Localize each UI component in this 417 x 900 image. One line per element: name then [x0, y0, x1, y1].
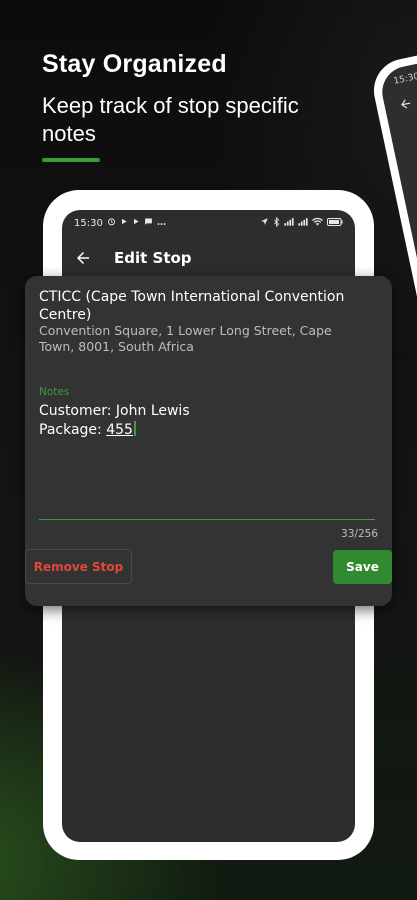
notes-field-label: Notes	[39, 386, 70, 398]
play-icon	[120, 217, 128, 229]
edit-stop-dialog: CTICC (Cape Town International Conventio…	[25, 276, 392, 606]
remove-stop-button[interactable]: Remove Stop	[25, 549, 132, 584]
alarm-icon	[107, 217, 116, 229]
back-arrow-icon[interactable]	[74, 249, 92, 267]
signal-icon	[298, 217, 308, 229]
stop-address: Convention Square, 1 Lower Long Street, …	[39, 323, 332, 354]
app-bar: Edit Stop	[62, 240, 355, 276]
promo-subline: Keep track of stop specific notes	[42, 93, 299, 146]
wifi-icon	[312, 217, 323, 229]
navigation-icon	[260, 217, 269, 229]
signal-icon	[284, 217, 294, 229]
play-icon	[132, 217, 140, 229]
status-right	[260, 216, 343, 230]
promo-headline: Stay Organized	[42, 50, 227, 78]
page-title: Edit Stop	[114, 249, 192, 267]
stop-name: CTICC (Cape Town International Conventio…	[39, 289, 345, 323]
message-icon	[144, 217, 153, 229]
character-counter: 33/256	[341, 528, 378, 540]
status-bar: 15:30	[62, 210, 355, 236]
notes-line-customer: Customer: John Lewis	[39, 403, 190, 419]
status-time: 15:30	[74, 217, 103, 229]
status-left: 15:30	[74, 217, 166, 229]
text-cursor	[133, 421, 136, 436]
side-status-time: 15:30	[392, 71, 417, 87]
notes-input[interactable]: Customer: John Lewis Package: 455	[39, 402, 369, 440]
notes-line-package: Package: 455	[39, 421, 369, 440]
notes-package-value: 455	[106, 422, 133, 438]
back-arrow-icon	[397, 96, 415, 117]
battery-icon	[327, 217, 343, 229]
more-icon	[157, 218, 166, 229]
save-button[interactable]: Save	[333, 550, 392, 584]
notes-package-prefix: Package:	[39, 422, 107, 438]
promo-accent-line	[42, 158, 100, 162]
notes-field-underline	[39, 519, 375, 520]
bluetooth-icon	[273, 216, 280, 230]
